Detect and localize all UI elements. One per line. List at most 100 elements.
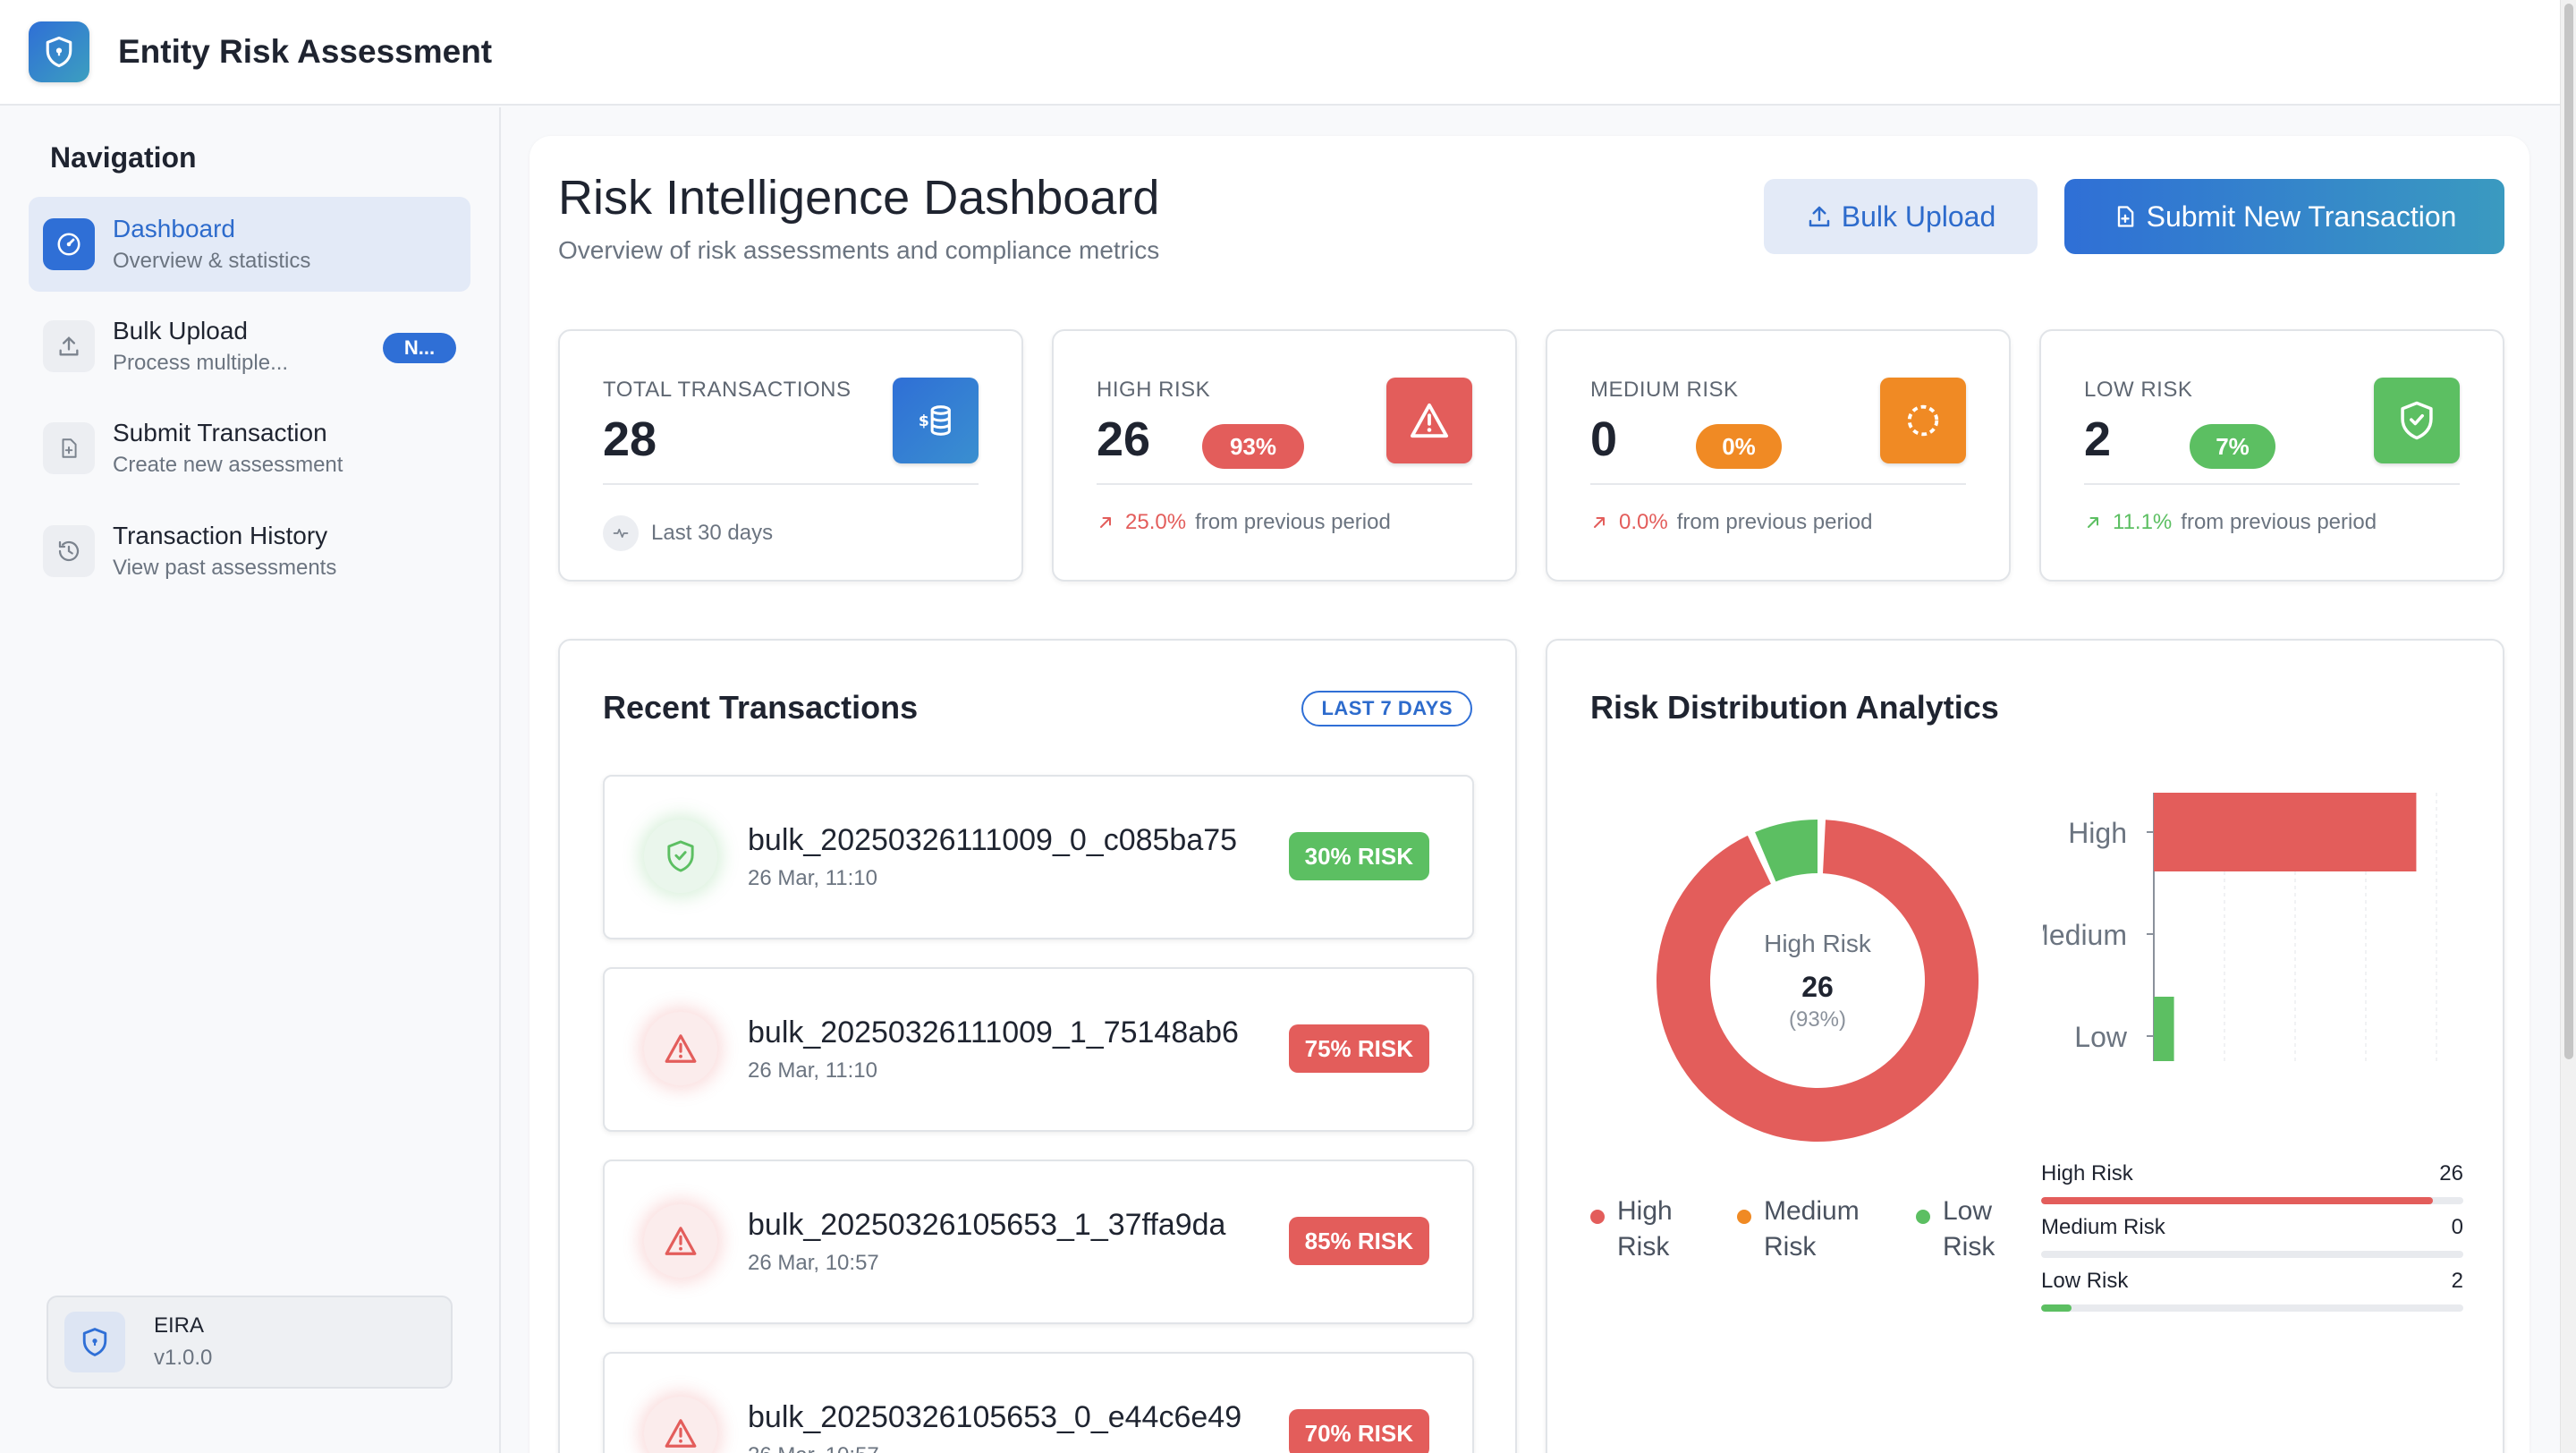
legend-item-medium[interactable]: Medium Risk (1737, 1194, 1860, 1265)
risk-donut-chart (1657, 820, 1979, 1142)
transaction-id: bulk_20250326111009_1_75148ab6 (748, 1015, 1239, 1049)
alert-triangle-icon (1386, 378, 1472, 463)
breakdown-fill (2041, 1197, 2434, 1204)
stat-divider (1590, 483, 1966, 485)
version-card: EIRA v1.0.0 (47, 1296, 453, 1389)
stat-card-total: TOTAL TRANSACTIONS 28 $ Last 30 days (558, 329, 1023, 582)
breakdown-track (2041, 1251, 2463, 1258)
risk-breakdown-low: Low Risk 2 (2041, 1269, 2463, 1312)
transaction-card[interactable]: bulk_20250326105653_0_e44c6e49 26 Mar, 1… (603, 1352, 1474, 1453)
sidebar-item-transaction-history[interactable]: Transaction History View past assessment… (29, 504, 470, 599)
bar-low[interactable] (2154, 997, 2174, 1061)
stat-card-high-risk: HIGH RISK 26 93% 25.0% from previous per… (1052, 329, 1517, 582)
legend-label: Medium Risk (1764, 1196, 1860, 1262)
risk-bar-chart: HighMediumLow07142128 (2043, 793, 2437, 1061)
submit-transaction-button[interactable]: Submit New Transaction (2064, 179, 2504, 254)
risk-badge: 30% RISK (1288, 832, 1429, 880)
sidebar: Navigation Dashboard Overview & statisti… (0, 107, 501, 1453)
stat-value: 0 (1590, 412, 1618, 466)
trend-up-icon (1100, 517, 1111, 528)
recent-transactions-panel: Recent Transactions LAST 7 DAYS bulk_202… (558, 639, 1517, 1453)
legend-label: Low Risk (1943, 1196, 1996, 1262)
transaction-time: 26 Mar, 10:57 (748, 1251, 879, 1275)
loader-circle-icon (1880, 378, 1966, 463)
stat-card-medium-risk: MEDIUM RISK 0 0% 0.0% from previous peri… (1546, 329, 2011, 582)
coins-icon: $ (893, 378, 979, 463)
breakdown-value: 26 (2439, 1161, 2463, 1185)
breakdown-value: 0 (2451, 1215, 2463, 1239)
stat-footer: Last 30 days (603, 515, 773, 551)
stat-foot-text: from previous period (1676, 510, 1873, 534)
alert-triangle-icon (644, 1397, 717, 1453)
bar-high[interactable] (2154, 793, 2417, 871)
transaction-id: bulk_20250326111009_0_c085ba75 (748, 823, 1238, 857)
page-subtitle: Overview of risk assessments and complia… (558, 236, 1160, 264)
transaction-card[interactable]: bulk_20250326111009_0_c085ba75 26 Mar, 1… (603, 775, 1474, 939)
upload-icon (43, 320, 95, 372)
trend-up-icon (2088, 517, 2098, 528)
risk-badge: 75% RISK (1288, 1024, 1429, 1073)
stat-card-low-risk: LOW RISK 2 7% 11.1% from previous period (2039, 329, 2504, 582)
stat-percent-badge: 93% (1202, 424, 1304, 469)
shield-check-icon (644, 820, 717, 893)
app-logo-shield-icon (29, 21, 89, 82)
scrollbar-thumb[interactable] (2564, 4, 2573, 1059)
risk-breakdown-high: High Risk 26 (2041, 1161, 2463, 1204)
legend-item-low[interactable]: Low Risk (1916, 1194, 2005, 1265)
bulk-upload-button[interactable]: Bulk Upload (1764, 179, 2038, 254)
legend-label: High Risk (1617, 1196, 1673, 1262)
app-short-name: EIRA (154, 1313, 205, 1338)
panel-title: Recent Transactions (603, 689, 919, 726)
transaction-id: bulk_20250326105653_0_e44c6e49 (748, 1400, 1242, 1434)
stat-foot-text: Last 30 days (651, 521, 774, 545)
nav-heading: Navigation (50, 141, 197, 174)
legend-swatch (1590, 1210, 1605, 1224)
alert-triangle-icon (644, 1204, 717, 1278)
stat-divider (1097, 483, 1472, 485)
transaction-card[interactable]: bulk_20250326111009_1_75148ab6 26 Mar, 1… (603, 967, 1474, 1132)
risk-badge: 85% RISK (1288, 1217, 1429, 1265)
file-plus-icon (43, 422, 95, 474)
sidebar-item-sub: Overview & statistics (113, 249, 311, 273)
breakdown-track (2041, 1197, 2463, 1204)
page-title: Risk Intelligence Dashboard (558, 171, 1160, 225)
page-scrollbar[interactable] (2560, 0, 2576, 1453)
sidebar-item-label: Dashboard (113, 215, 235, 242)
stat-label: TOTAL TRANSACTIONS (603, 378, 852, 402)
main-panel: Risk Intelligence Dashboard Overview of … (530, 136, 2529, 1453)
alert-triangle-icon (644, 1012, 717, 1085)
sidebar-item-submit-transaction[interactable]: Submit Transaction Create new assessment (29, 401, 470, 496)
svg-text:$: $ (919, 412, 929, 430)
upload-icon (1809, 206, 1829, 227)
stat-label: MEDIUM RISK (1590, 378, 1739, 402)
trend-up-icon (1594, 517, 1605, 528)
stat-percent-badge: 7% (2190, 424, 2275, 469)
transaction-time: 26 Mar, 11:10 (748, 866, 877, 890)
date-range-badge[interactable]: LAST 7 DAYS (1301, 691, 1472, 726)
legend-swatch (1737, 1210, 1751, 1224)
sidebar-item-label: Submit Transaction (113, 419, 327, 446)
stat-change: 25.0% (1125, 510, 1187, 534)
risk-breakdown-medium: Medium Risk 0 (2041, 1215, 2463, 1258)
stat-value: 2 (2084, 412, 2112, 466)
sidebar-item-dashboard[interactable]: Dashboard Overview & statistics (29, 197, 470, 292)
sidebar-item-sub: Process multiple... (113, 351, 289, 375)
stat-footer: 11.1% from previous period (2084, 510, 2377, 535)
sidebar-item-sub: Create new assessment (113, 453, 343, 477)
sidebar-item-bulk-upload[interactable]: Bulk Upload Process multiple... N... (29, 299, 470, 394)
sidebar-item-label: Transaction History (113, 522, 328, 549)
transaction-id: bulk_20250326105653_1_37ffa9da (748, 1208, 1226, 1242)
stat-label: LOW RISK (2084, 378, 2193, 402)
gauge-icon (43, 218, 95, 270)
stat-value: 28 (603, 412, 657, 466)
transaction-card[interactable]: bulk_20250326105653_1_37ffa9da 26 Mar, 1… (603, 1160, 1474, 1324)
legend-item-high[interactable]: High Risk (1590, 1194, 1698, 1265)
breakdown-track (2041, 1304, 2463, 1312)
shield-check-icon (2374, 378, 2460, 463)
transaction-time: 26 Mar, 10:57 (748, 1443, 879, 1453)
stat-percent-badge: 0% (1696, 424, 1782, 469)
breakdown-label: Low Risk (2041, 1269, 2129, 1293)
breakdown-fill (2041, 1304, 2072, 1312)
submit-transaction-label: Submit New Transaction (2146, 200, 2457, 233)
stat-change: 0.0% (1619, 510, 1668, 534)
